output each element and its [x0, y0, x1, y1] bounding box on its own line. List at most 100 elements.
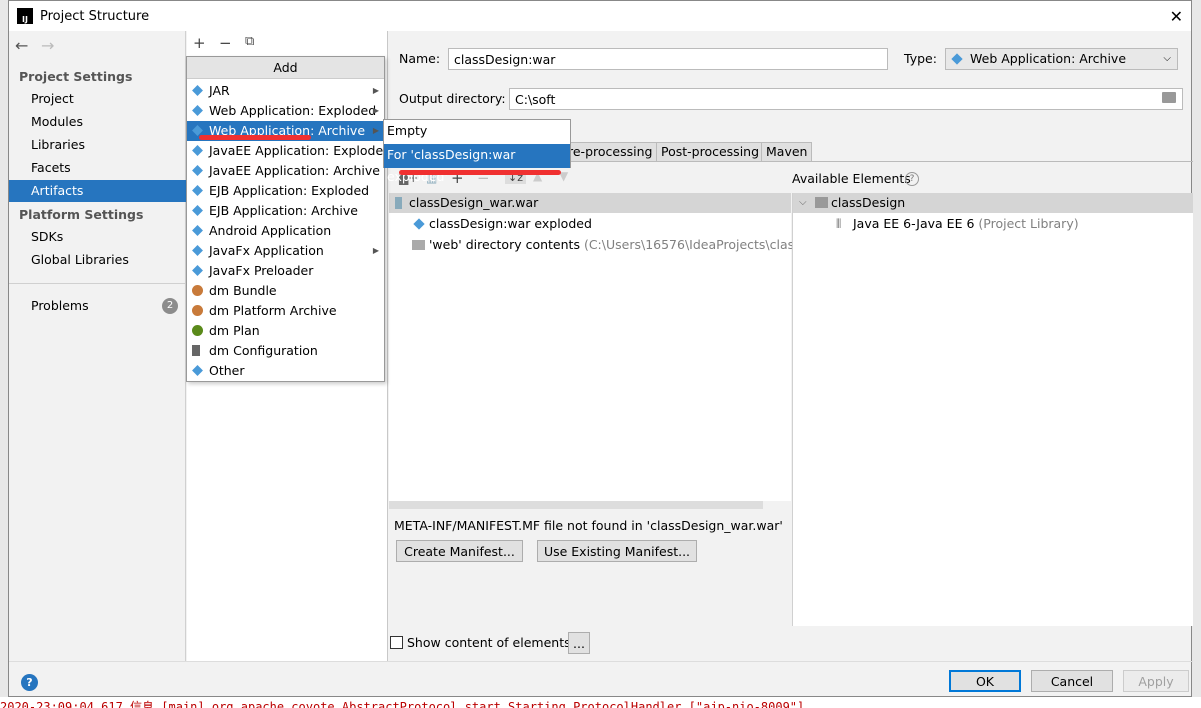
plan-icon: [192, 325, 203, 336]
popup-item-label: EJB Application: Exploded: [209, 183, 370, 198]
popup-item-label: JavaFx Application: [209, 243, 324, 258]
tree-row[interactable]: 'web' directory contents (C:\Users\16576…: [411, 235, 818, 255]
web-icon: [413, 218, 425, 230]
popup-item-label: Other: [209, 363, 245, 378]
help-icon[interactable]: ?: [905, 172, 919, 186]
popup-item[interactable]: EJB Application: Archive: [187, 201, 384, 221]
submenu-item-empty[interactable]: Empty: [384, 120, 570, 144]
tab-post-processing[interactable]: Post-processing: [656, 142, 765, 161]
back-icon[interactable]: ←: [15, 36, 28, 55]
available-elements-title: Available Elements: [792, 171, 911, 186]
popup-item[interactable]: JavaEE Application: Archive: [187, 161, 384, 181]
tree-root[interactable]: classDesign_war.war: [389, 193, 791, 213]
chevron-down-icon[interactable]: ⌵: [799, 193, 807, 213]
popup-item[interactable]: Web Application: Exploded ▶: [187, 101, 384, 121]
popup-item[interactable]: JavaFx Application ▶: [187, 241, 384, 261]
window-title: Project Structure: [40, 8, 150, 24]
tab-pre-processing[interactable]: re-processing: [564, 142, 658, 161]
bundle-icon: [192, 305, 203, 316]
show-content-label: Show content of elements: [407, 635, 571, 650]
divider: [9, 283, 186, 284]
archive-icon: [395, 197, 402, 209]
sidebar: ← → Project Settings Project Modules Lib…: [9, 31, 186, 661]
popup-item-label: dm Plan: [209, 323, 260, 338]
tree-root[interactable]: ⌵ classDesign: [793, 193, 1193, 213]
tree-row-label: 'web' directory contents: [429, 237, 580, 252]
ejb-icon: [192, 205, 203, 216]
help-button[interactable]: ?: [21, 674, 38, 691]
ejb-icon: [192, 185, 203, 196]
type-dropdown[interactable]: Web Application: Archive ⌵: [945, 48, 1178, 70]
output-directory-input[interactable]: [509, 88, 1183, 110]
chevron-right-icon: ▶: [372, 126, 379, 135]
popup-item-label: JavaEE Application: Exploded: [209, 143, 392, 158]
popup-item[interactable]: Android Application: [187, 221, 384, 241]
folder-icon[interactable]: [1162, 92, 1176, 103]
more-button[interactable]: ...: [568, 632, 590, 654]
add-icon[interactable]: +: [193, 34, 206, 52]
available-elements-tree: ⌵ classDesign ⫴ Java EE 6-Java EE 6 (Proje…: [792, 193, 1193, 626]
popup-item-label: JavaFx Preloader: [209, 263, 314, 278]
sidebar-item-problems[interactable]: Problems 2: [9, 295, 186, 317]
horizontal-scrollbar[interactable]: [389, 501, 763, 509]
create-manifest-button[interactable]: Create Manifest...: [396, 540, 523, 562]
tree-root-label: classDesign: [831, 195, 906, 210]
folder-icon: [412, 240, 425, 250]
popup-item[interactable]: dm Plan: [187, 321, 384, 341]
output-layout-tree: classDesign_war.war classDesign:war expl…: [389, 193, 818, 509]
popup-item-label: JAR: [209, 83, 230, 98]
popup-item[interactable]: JAR ▶: [187, 81, 384, 101]
copy-icon[interactable]: ⧉: [245, 34, 254, 49]
tree-row[interactable]: ⫴ Java EE 6-Java EE 6 (Project Library): [835, 214, 1079, 234]
android-icon: [192, 225, 203, 236]
forward-icon[interactable]: →: [41, 36, 54, 55]
popup-item-label: dm Configuration: [209, 343, 318, 358]
show-content-checkbox[interactable]: [390, 636, 403, 649]
javafx-icon: [192, 265, 203, 276]
chevron-right-icon: ▶: [372, 106, 379, 115]
popup-item-label: Android Application: [209, 223, 332, 238]
archive-submenu: Empty For 'classDesign:war exploded': [383, 119, 571, 184]
config-icon: [192, 345, 200, 356]
remove-icon[interactable]: −: [219, 34, 232, 52]
type-label: Type:: [904, 51, 937, 66]
tree-row[interactable]: classDesign:war exploded: [411, 214, 592, 234]
popup-item[interactable]: dm Bundle: [187, 281, 384, 301]
sidebar-item-libraries[interactable]: Libraries: [9, 134, 186, 156]
popup-item[interactable]: JavaFx Preloader: [187, 261, 384, 281]
ok-button[interactable]: OK: [949, 670, 1021, 692]
submenu-item-for-exploded[interactable]: For 'classDesign:war exploded': [384, 144, 570, 184]
apply-button[interactable]: Apply: [1123, 670, 1189, 692]
title-bar: IJ Project Structure: [9, 1, 1191, 31]
red-underline-annotation: [199, 135, 311, 140]
web-icon: [951, 53, 963, 65]
sidebar-item-artifacts[interactable]: Artifacts: [9, 180, 186, 202]
chevron-down-icon: ⌵: [1163, 53, 1171, 64]
popup-item[interactable]: Other: [187, 361, 384, 381]
sidebar-item-facets[interactable]: Facets: [9, 157, 186, 179]
popup-item[interactable]: EJB Application: Exploded: [187, 181, 384, 201]
project-structure-dialog: IJ Project Structure ✕ ← → Project Settin…: [8, 0, 1193, 697]
popup-item[interactable]: dm Configuration: [187, 341, 384, 361]
tree-root-label: classDesign_war.war: [409, 195, 539, 210]
javaee-icon: [192, 165, 203, 176]
cancel-button[interactable]: Cancel: [1031, 670, 1113, 692]
tab-maven[interactable]: Maven: [761, 142, 813, 161]
popup-item-label: JavaEE Application: Archive: [209, 163, 380, 178]
name-input[interactable]: [448, 48, 888, 70]
close-button[interactable]: ✕: [1170, 7, 1183, 26]
platform-settings-header: Platform Settings: [19, 207, 144, 222]
tree-row-detail: (Project Library): [978, 216, 1079, 231]
popup-item[interactable]: JavaEE Application: Exploded: [187, 141, 391, 161]
sidebar-item-modules[interactable]: Modules: [9, 111, 186, 133]
sidebar-item-project[interactable]: Project: [9, 88, 186, 110]
use-existing-manifest-button[interactable]: Use Existing Manifest...: [537, 540, 697, 562]
library-icon: ⫴: [836, 216, 842, 231]
intellij-icon: IJ: [17, 8, 33, 24]
module-icon: [815, 197, 828, 208]
popup-item[interactable]: dm Platform Archive: [187, 301, 384, 321]
sidebar-item-sdks[interactable]: SDKs: [9, 226, 186, 248]
artifact-icon: [192, 365, 203, 376]
popup-item-label: dm Bundle: [209, 283, 277, 298]
sidebar-item-global-libraries[interactable]: Global Libraries: [9, 249, 186, 271]
